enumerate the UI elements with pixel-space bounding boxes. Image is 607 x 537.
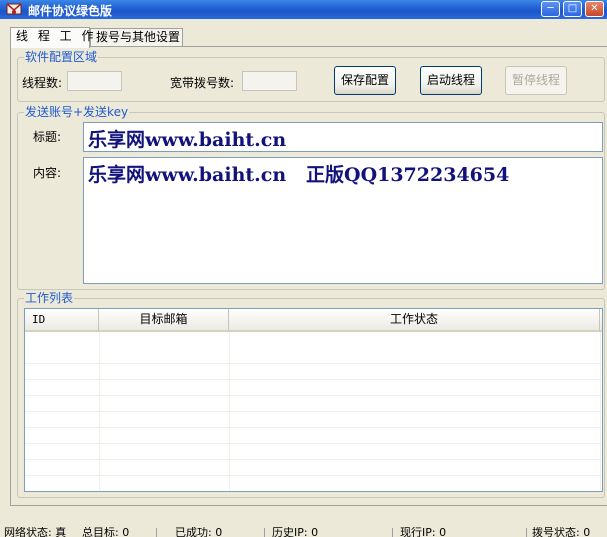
table-row bbox=[25, 380, 602, 396]
table-row bbox=[25, 396, 602, 412]
content-textarea[interactable]: 乐享网www.baiht.cn 正版QQ1372234654 bbox=[83, 157, 603, 284]
save-config-button[interactable]: 保存配置 bbox=[334, 66, 396, 95]
status-separator bbox=[526, 528, 527, 537]
table-row bbox=[25, 444, 602, 460]
subject-input[interactable]: 乐享网www.baiht.cn bbox=[83, 122, 603, 152]
thread-count-label: 线程数: bbox=[22, 76, 63, 90]
status-dial: 拨号状态: 0 bbox=[532, 527, 591, 537]
status-success: 已成功: 0 bbox=[175, 527, 223, 537]
column-header-filler bbox=[600, 309, 602, 332]
table-row bbox=[25, 412, 602, 428]
close-icon: ✕ bbox=[590, 3, 599, 14]
thread-count-field[interactable] bbox=[67, 71, 122, 91]
minimize-icon: ─ bbox=[547, 3, 554, 14]
window-title: 邮件协议绿色版 bbox=[28, 4, 113, 18]
pause-thread-button[interactable]: 暂停线程 bbox=[505, 66, 567, 95]
table-row bbox=[25, 460, 602, 476]
column-header-work-status[interactable]: 工作状态 bbox=[229, 309, 600, 332]
status-total-targets: 总目标: 0 bbox=[82, 527, 130, 537]
maximize-button[interactable]: □ bbox=[563, 1, 582, 17]
work-list-header: ID 目标邮箱 工作状态 bbox=[25, 309, 602, 332]
app-icon bbox=[6, 3, 22, 15]
start-thread-button[interactable]: 启动线程 bbox=[420, 66, 482, 95]
subject-label: 标题: bbox=[33, 130, 62, 144]
dial-count-label: 宽带拨号数: bbox=[170, 76, 235, 90]
table-row bbox=[25, 348, 602, 364]
table-row bbox=[25, 476, 602, 491]
minimize-button[interactable]: ─ bbox=[541, 1, 560, 17]
title-bar[interactable]: 邮件协议绿色版 ─ □ ✕ bbox=[0, 0, 607, 19]
tab-thread-work[interactable]: 线 程 工 作 bbox=[10, 27, 93, 48]
status-separator bbox=[156, 528, 157, 537]
status-bar: 网络状态: 真 总目标: 0 已成功: 0 历史IP: 0 现行IP: 0 拨号… bbox=[0, 527, 607, 537]
status-current-ip: 现行IP: 0 bbox=[400, 527, 447, 537]
work-list-table[interactable]: ID 目标邮箱 工作状态 bbox=[24, 308, 603, 492]
column-header-id[interactable]: ID bbox=[25, 309, 99, 332]
software-config-legend: 软件配置区域 bbox=[24, 50, 99, 64]
table-row bbox=[25, 428, 602, 444]
subject-value: 乐享网www.baiht.cn bbox=[88, 129, 287, 151]
maximize-icon: □ bbox=[567, 3, 578, 14]
table-row bbox=[25, 364, 602, 380]
close-button[interactable]: ✕ bbox=[585, 1, 604, 17]
content-label: 内容: bbox=[33, 166, 62, 180]
dial-count-field[interactable] bbox=[242, 71, 297, 91]
status-separator bbox=[264, 528, 265, 537]
content-value: 乐享网www.baiht.cn 正版QQ1372234654 bbox=[88, 164, 510, 186]
status-history-ip: 历史IP: 0 bbox=[272, 527, 319, 537]
status-network: 网络状态: 真 bbox=[4, 527, 67, 537]
send-account-legend: 发送账号+发送key bbox=[24, 105, 130, 119]
status-separator bbox=[392, 528, 393, 537]
column-header-target-email[interactable]: 目标邮箱 bbox=[99, 309, 229, 332]
tab-dial-settings[interactable]: 拨号与其他设置 bbox=[90, 28, 183, 47]
work-list-legend: 工作列表 bbox=[24, 291, 75, 305]
